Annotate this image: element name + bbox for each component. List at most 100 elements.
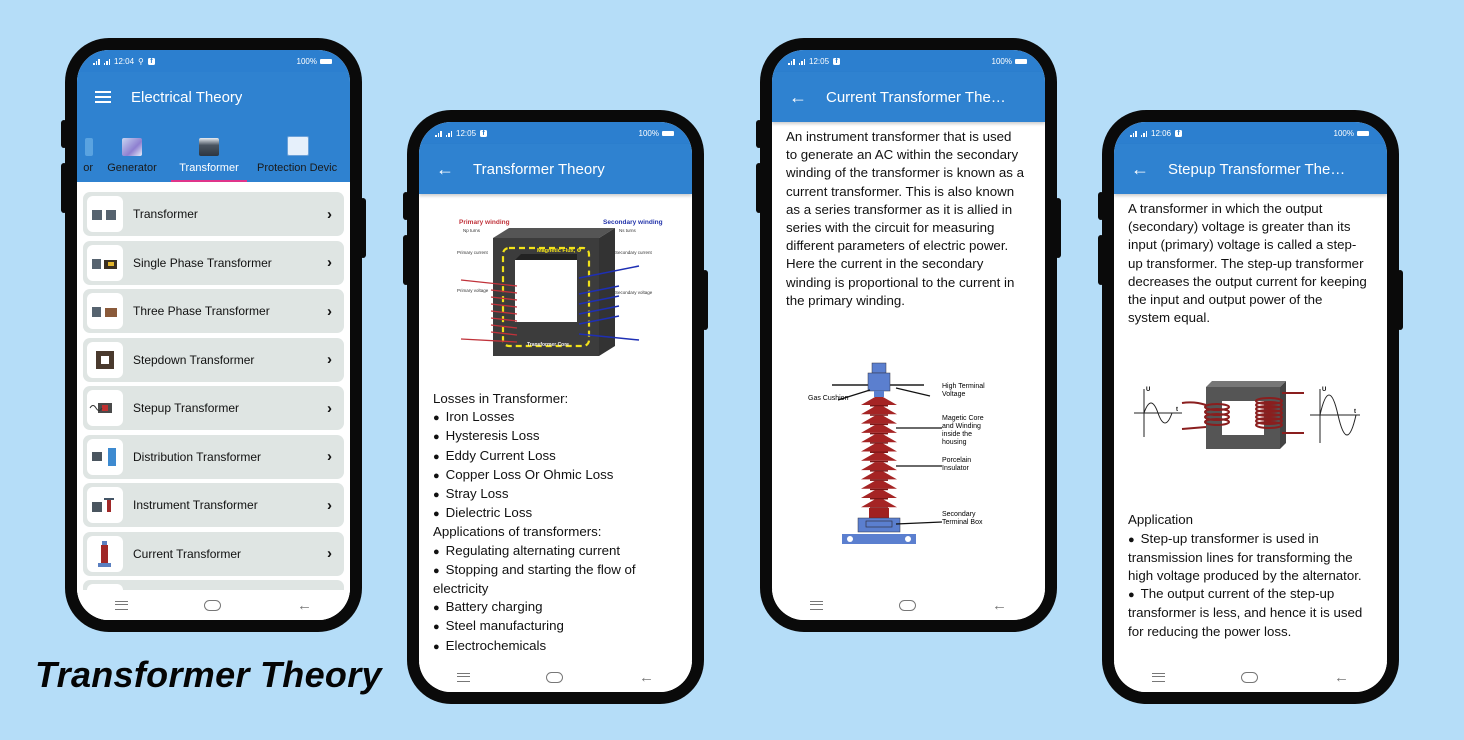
- list-item-stepup[interactable]: Stepup Transformer ›: [83, 386, 344, 430]
- signal-icon: [798, 58, 805, 65]
- phone-side-button: [756, 163, 762, 213]
- phone-side-button: [756, 120, 762, 148]
- distribution-thumbnail-icon: [87, 438, 123, 475]
- list-item-instrument[interactable]: Instrument Transformer ›: [83, 483, 344, 527]
- signal-icon: [103, 58, 110, 65]
- list-item-distribution[interactable]: Distribution Transformer ›: [83, 434, 344, 479]
- list-item-transformer[interactable]: Transformer ›: [83, 192, 344, 236]
- app-bar: Electrical Theory: [77, 72, 350, 122]
- tab-label: Transformer: [179, 162, 239, 174]
- transformer-core-label: Transformer Core: [527, 342, 569, 348]
- home-icon[interactable]: [1241, 671, 1258, 683]
- tab-generator[interactable]: Generator: [93, 122, 171, 182]
- status-bar: 12:05 f 100%: [419, 122, 692, 144]
- application-item: Stopping and starting the flow of electr…: [433, 561, 678, 598]
- back-arrow-icon[interactable]: ←: [778, 87, 818, 108]
- list-item-stepdown[interactable]: Stepdown Transformer ›: [83, 337, 344, 382]
- insulator-shed: [861, 480, 897, 489]
- secondary-terminal-box-label: Secondary Terminal Box: [942, 511, 983, 526]
- facebook-icon: f: [833, 57, 841, 65]
- stepdown-thumbnail-icon: [87, 341, 123, 378]
- insulator-shed-edge: [870, 432, 888, 435]
- phone-screen: 12:04 ⚲ f 100% Electrical Theory or Gene…: [77, 50, 350, 620]
- secondary-voltage-label: Secondary voltage: [615, 290, 653, 295]
- list-item-three-phase[interactable]: Three Phase Transformer ›: [83, 289, 344, 333]
- single-phase-thumbnail-icon: [87, 244, 123, 281]
- home-icon[interactable]: [546, 671, 563, 683]
- status-time: 12:06: [1151, 128, 1172, 138]
- current-transformer-diagram: Gas Cushion High Terminal Voltage Magetic…: [772, 316, 1045, 556]
- tab-transformer[interactable]: Transformer: [171, 122, 247, 182]
- phone-side-button: [403, 192, 409, 220]
- application-item: Regulating alternating current: [433, 542, 678, 561]
- battery-percent: 100%: [638, 128, 659, 138]
- back-icon[interactable]: ←: [639, 670, 654, 685]
- status-bar: 12:04 ⚲ f 100%: [77, 50, 350, 72]
- insulator-shed: [861, 434, 897, 443]
- instrument-thumbnail-icon: [87, 487, 123, 523]
- insulator-shed-edge: [870, 488, 888, 491]
- chevron-right-icon: ›: [327, 448, 332, 465]
- tab-protection-devices[interactable]: Protection Devic: [247, 122, 347, 182]
- list-item-label: Instrument Transformer: [133, 498, 258, 512]
- signal-icon: [445, 130, 452, 137]
- chevron-right-icon: ›: [327, 302, 332, 320]
- signal-icon: [93, 58, 100, 65]
- primary-voltage-label: Primary voltage: [457, 288, 489, 293]
- application-item: Electrochemicals: [433, 637, 678, 656]
- back-arrow-icon[interactable]: ←: [1120, 159, 1160, 180]
- insulator-shed: [861, 490, 897, 499]
- secondary-current-label: Secondary current: [615, 250, 653, 255]
- insulator-shed: [861, 471, 897, 480]
- list-item-single-phase[interactable]: Single Phase Transformer ›: [83, 240, 344, 285]
- loss-item: Iron Losses: [433, 408, 678, 427]
- status-time: 12:05: [809, 56, 830, 66]
- topic-list: Transformer › Single Phase Transformer ›…: [77, 182, 350, 620]
- magnetic-flux-label: Magnetic Flux, Φ: [537, 248, 582, 254]
- back-icon[interactable]: ←: [1334, 670, 1349, 685]
- application-item: Step-up transformer is used in transmiss…: [1128, 530, 1368, 586]
- phone-electrical-theory: 12:04 ⚲ f 100% Electrical Theory or Gene…: [61, 38, 366, 632]
- home-icon[interactable]: [899, 599, 916, 611]
- insulator-shed: [861, 443, 897, 452]
- current-transformer-description: An instrument transformer that is used t…: [786, 129, 1024, 308]
- back-icon[interactable]: ←: [297, 598, 312, 613]
- promo-title: Transformer Theory: [35, 654, 382, 695]
- phone-screen: 12:06 f 100% ← Stepup Transformer The… A…: [1114, 122, 1387, 692]
- recent-apps-icon[interactable]: [115, 600, 128, 610]
- high-terminal-label: High Terminal Voltage: [942, 383, 985, 398]
- recent-apps-icon[interactable]: [1152, 672, 1165, 682]
- battery-icon: [1015, 58, 1027, 64]
- phone-stepup-transformer: 12:06 f 100% ← Stepup Transformer The… A…: [1098, 110, 1403, 704]
- application-item: The output current of the step-up transf…: [1128, 585, 1368, 641]
- app-title: Electrical Theory: [131, 88, 243, 106]
- back-arrow-icon[interactable]: ←: [425, 159, 465, 180]
- battery-icon: [320, 58, 332, 64]
- tab-motor[interactable]: or: [77, 122, 93, 182]
- recent-apps-icon[interactable]: [457, 672, 470, 682]
- phone-side-button: [61, 163, 67, 213]
- status-time: 12:05: [456, 128, 477, 138]
- list-item-current[interactable]: Current Transformer ›: [83, 531, 344, 576]
- app-bar: ← Current Transformer The…: [772, 72, 1045, 122]
- insulator-shed-edge: [870, 498, 888, 500]
- home-icon[interactable]: [204, 599, 221, 611]
- back-icon[interactable]: ←: [992, 598, 1007, 613]
- status-bar: 12:06 f 100%: [1114, 122, 1387, 144]
- signal-icon: [1140, 130, 1147, 137]
- hamburger-menu-icon[interactable]: [83, 87, 123, 108]
- porcelain-insulator-label: Porcelain Insulator: [942, 457, 971, 472]
- facebook-icon: f: [1175, 129, 1183, 137]
- recent-apps-icon[interactable]: [810, 600, 823, 610]
- stepup-transformer-diagram: U t U t: [1114, 333, 1387, 511]
- battery-percent: 100%: [296, 56, 317, 66]
- tab-label: or: [83, 162, 93, 174]
- current-transformer-thumbnail-icon: [87, 535, 123, 572]
- list-item-label: Distribution Transformer: [133, 449, 262, 464]
- primary-turns-label: Np turns: [463, 228, 481, 233]
- application-heading: Application: [1128, 512, 1194, 528]
- transformer-icon: [199, 138, 219, 156]
- loss-item: Eddy Current Loss: [433, 447, 678, 466]
- insulator-shed: [861, 397, 897, 406]
- loss-item: Stray Loss: [433, 485, 678, 504]
